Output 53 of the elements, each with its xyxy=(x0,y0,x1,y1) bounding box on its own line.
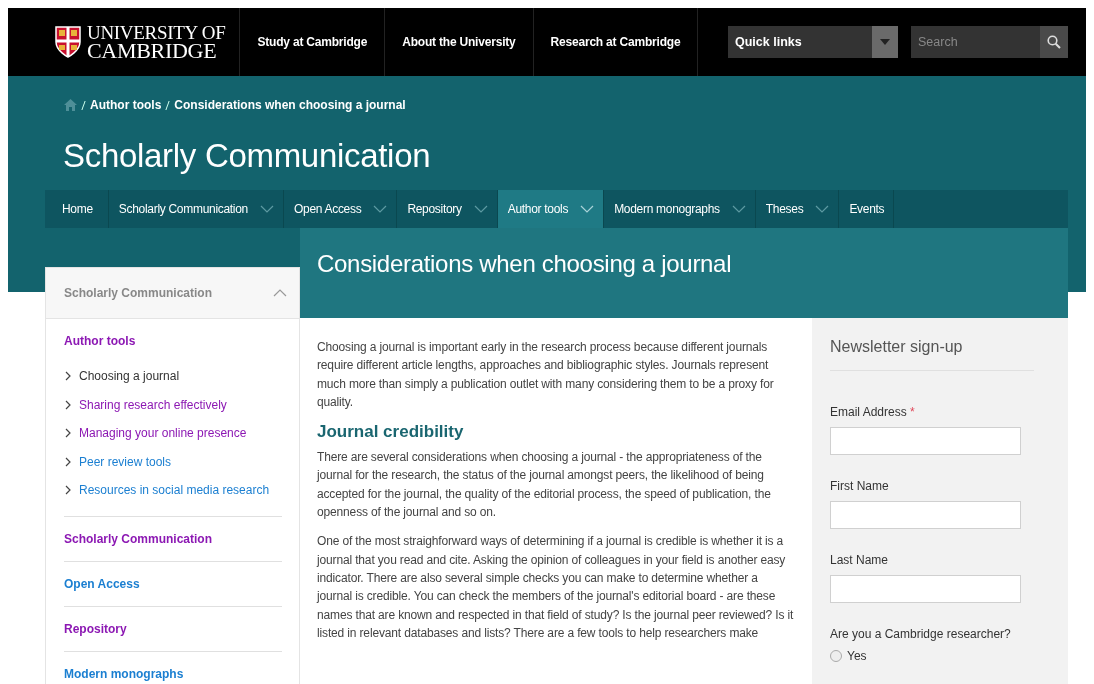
section-heading: Journal credibility xyxy=(317,422,465,443)
chevron-right-icon xyxy=(65,428,72,439)
nav-tab[interactable]: Home xyxy=(45,190,109,228)
paragraph: Choosing a journal is important early in the research process because different journals require different article lengths, approaches and bibliographic styles. Journals represent much more than simply a publication outlet with many considering them to be a proxy for quality. xyxy=(317,339,775,411)
crest-icon xyxy=(55,26,81,58)
paragraph: There are several considerations when choosing a journal - the appropriateness of the journal for the research, the status of the journal amongst peers, the likelihood of being accepted for the journal, the quality of the editorial process, the speed of publication, the openness of the journal and so on. xyxy=(317,449,772,522)
chevron-right-icon xyxy=(65,371,72,382)
paragraph: One of the most straighforward ways of determining if a journal is credible is whether it is a journal that you read and cite. Asking the opinion of colleagues in your field is another easy indicator. There are also several simple checks you can make to determine whether a journal is credible. You can check the members of the journal's editorial board - are these names that are known and respected in that field of study? Is the journal peer reviewed? Is it listed in relevant databases and lists? There are a few tools to help researchers make xyxy=(317,533,795,642)
home-icon xyxy=(64,99,77,111)
quick-links-dropdown[interactable]: Quick links xyxy=(728,26,898,58)
chevron-down-icon xyxy=(373,204,388,214)
sidebar-sublink[interactable]: Choosing a journal xyxy=(64,362,282,391)
sidebar-sublink[interactable]: Resources in social media research xyxy=(64,476,282,505)
sidebar-link[interactable]: Open Access xyxy=(64,572,282,595)
search-field[interactable]: Search xyxy=(911,26,1040,58)
chevron-down-icon xyxy=(259,204,274,214)
sidebar-sublink[interactable]: Sharing research effectively xyxy=(64,390,282,419)
nav-tab[interactable]: Author tools xyxy=(497,190,605,228)
radio-button[interactable] xyxy=(830,650,842,662)
search-button[interactable] xyxy=(1040,26,1068,58)
field-label: First Name xyxy=(830,479,890,493)
input-field[interactable] xyxy=(830,575,1021,603)
chevron-right-icon xyxy=(65,456,72,467)
home-link[interactable] xyxy=(64,99,77,111)
page-title: Considerations when choosing a journal xyxy=(316,249,733,278)
caret-down-icon xyxy=(880,39,890,45)
logo-text: CAMBRIDGE xyxy=(87,40,217,61)
chevron-down-icon xyxy=(731,204,746,214)
field-label: Email Address * xyxy=(830,405,916,419)
chevron-down-icon xyxy=(473,204,488,214)
logo-text: UNIVERSITY OF xyxy=(87,23,226,41)
chevron-down-icon xyxy=(815,204,830,214)
chevron-right-icon xyxy=(65,485,72,496)
breadcrumb-link[interactable]: Author tools xyxy=(90,98,162,112)
breadcrumb-link[interactable]: Considerations when choosing a journal xyxy=(174,98,406,112)
input-field[interactable] xyxy=(830,501,1021,529)
sidebar-link[interactable]: Scholarly Communication xyxy=(64,527,282,550)
nav-tab[interactable]: Scholarly Communication xyxy=(108,190,284,228)
field-label: Last Name xyxy=(830,553,890,567)
input-field[interactable] xyxy=(830,427,1021,455)
newsletter-title: Newsletter sign-up xyxy=(830,338,1034,371)
sidebar-sublink[interactable]: Peer review tools xyxy=(64,447,282,476)
sidebar-sublink[interactable]: Managing your online presence xyxy=(64,419,282,448)
radio-label: Yes xyxy=(847,649,867,663)
question-label: Are you a Cambridge researcher? xyxy=(830,627,1012,641)
chevron-down-icon xyxy=(580,204,595,214)
sidebar-link[interactable]: Repository xyxy=(64,617,282,640)
sidebar-link[interactable]: Modern monographs xyxy=(64,662,282,684)
site-title: Scholarly Communication xyxy=(62,136,432,173)
sidebar-link[interactable]: Author tools xyxy=(64,330,282,352)
chevron-right-icon xyxy=(65,399,72,410)
chevron-up-icon xyxy=(273,288,287,298)
search-icon xyxy=(1047,35,1061,49)
